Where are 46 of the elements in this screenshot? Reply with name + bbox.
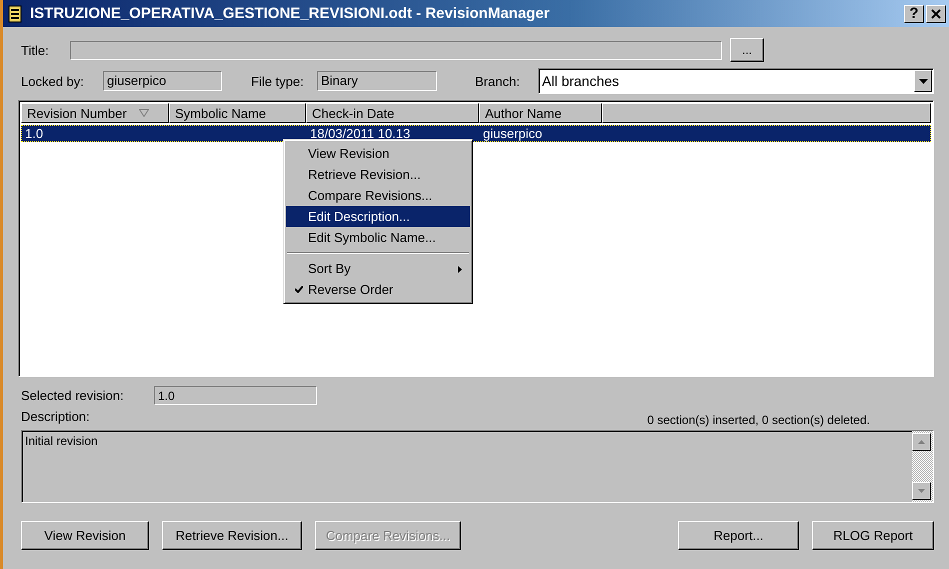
document-icon [8,4,22,22]
checkmark-icon [295,286,303,293]
title-label: Title: [21,42,50,58]
branch-dropdown[interactable]: All branches [538,68,934,94]
action-button[interactable]: Report... [678,521,799,550]
column-header[interactable]: Revision Number [21,103,169,123]
locked-by-field: giuserpico [103,71,222,91]
action-button[interactable]: Retrieve Revision... [162,521,302,550]
submenu-arrow-icon [458,266,462,273]
selected-revision-label: Selected revision: [21,388,125,402]
file-type-field: Binary [317,71,437,91]
menu-item[interactable]: Compare Revisions... [286,185,470,206]
browse-button[interactable]: ... [730,38,764,62]
branch-value: All branches [541,73,620,89]
branch-label: Branch: [475,74,521,88]
description-field[interactable]: Initial revision [21,430,934,503]
scroll-up-icon [918,440,925,444]
sort-arrow-icon [138,109,149,117]
scroll-down-icon [918,489,925,493]
menu-item[interactable]: Retrieve Revision... [286,164,470,185]
action-button[interactable]: View Revision [21,521,149,550]
help-button[interactable]: ? [904,4,924,22]
revision-row[interactable]: 1.0 18/03/2011 10.13 giuserpico [21,125,931,142]
column-header[interactable]: Symbolic Name [169,103,306,123]
close-icon [931,8,941,18]
column-header[interactable]: Check-in Date [306,103,479,123]
action-button[interactable]: RLOG Report [812,521,934,550]
dropdown-arrow-icon [918,78,928,84]
title-field[interactable] [70,40,722,60]
menu-item[interactable]: Reverse Order [286,279,470,300]
menu-item[interactable]: Edit Description... [286,206,470,227]
window-title: ISTRUZIONE_OPERATIVA_GESTIONE_REVISIONI.odt - RevisionManager [30,5,551,22]
menu-item[interactable]: Sort By [286,258,470,279]
description-label: Description: [21,408,90,424]
table-cell: giuserpico [483,126,542,141]
table-cell: 1.0 [25,126,44,141]
menu-item[interactable]: View Revision [286,143,470,164]
selected-revision-field: 1.0 [154,386,317,404]
locked-by-label: Locked by: [21,74,85,88]
file-type-label: File type: [251,74,305,88]
table-cell: 18/03/2011 10.13 [310,126,410,141]
menu-item[interactable]: Edit Symbolic Name... [286,227,470,248]
close-button[interactable] [926,4,946,22]
column-header[interactable]: Author Name [479,103,602,123]
section-stats: 0 section(s) inserted, 0 section(s) deleted. [647,413,870,427]
scroll-bar[interactable] [912,431,933,502]
